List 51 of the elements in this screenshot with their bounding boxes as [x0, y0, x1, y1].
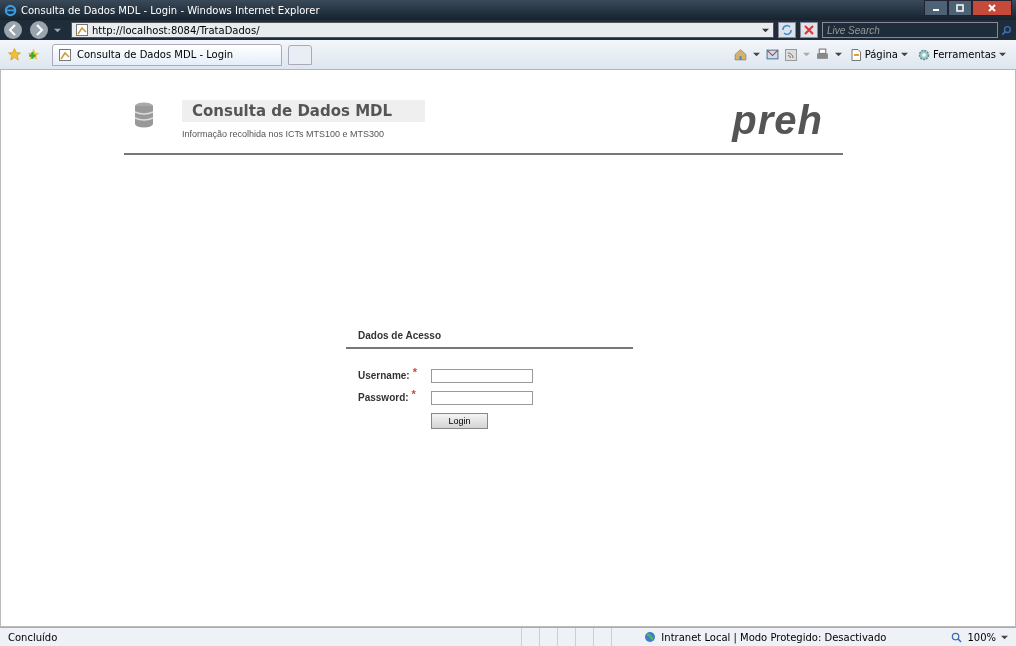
required-mark: * [411, 388, 416, 400]
zoom-icon[interactable] [951, 631, 963, 643]
input-field[interactable] [431, 391, 533, 405]
minimize-button[interactable] [924, 0, 948, 16]
caret-icon[interactable] [834, 51, 842, 58]
caret-icon [900, 51, 908, 58]
back-button[interactable] [2, 20, 24, 40]
page-title: Consulta de Dados MDL [182, 100, 425, 122]
status-text: Concluído [8, 631, 58, 643]
printer-icon[interactable] [815, 48, 829, 61]
globe-icon [644, 631, 657, 643]
page-subtitle: Informação recolhida nos ICTs MTS100 e MTS300 [182, 129, 386, 139]
security-zone[interactable]: Intranet Local | Modo Protegido: Desactivado [661, 631, 887, 643]
maximize-icon [955, 3, 965, 13]
dropdown-icon[interactable] [54, 26, 61, 34]
close-icon [987, 3, 997, 13]
address-field[interactable]: http://localhost:8084/TrataDados/ [71, 22, 774, 38]
section-heading: Dados de Acesso [346, 330, 633, 349]
required-mark: * [412, 366, 417, 378]
caret-icon [999, 51, 1006, 58]
maximize-button[interactable] [948, 0, 972, 16]
close-button[interactable] [972, 0, 1012, 16]
command-menu[interactable]: Ferramentas [915, 48, 1008, 61]
refresh-button[interactable] [778, 22, 796, 38]
page-icon [849, 48, 862, 61]
browser-logo-icon [4, 3, 17, 17]
mail-icon[interactable] [765, 48, 779, 61]
dropdown-icon[interactable] [762, 26, 769, 34]
command-menu[interactable]: Página [847, 48, 910, 61]
feed-icon[interactable] [784, 48, 797, 61]
database-icon [134, 102, 154, 128]
zoom-level[interactable]: 100% [967, 631, 996, 643]
field-label: Password: [358, 392, 409, 404]
input-field[interactable] [431, 369, 533, 383]
home-icon[interactable] [733, 48, 747, 61]
page-icon [59, 48, 71, 61]
company-logo: preh [732, 100, 823, 140]
browser-tab[interactable]: Consulta de Dados MDL - Login [52, 43, 282, 66]
stop-button[interactable] [800, 22, 818, 38]
add-favorite-icon[interactable] [27, 48, 40, 61]
caret-icon[interactable] [752, 51, 760, 58]
field-label: Username: [358, 370, 410, 382]
gear-icon [917, 48, 930, 61]
search-field[interactable]: Live Search [822, 22, 998, 38]
page-icon [76, 24, 88, 36]
login-button[interactable]: Login [431, 413, 488, 429]
star-icon[interactable] [8, 48, 21, 61]
forward-button[interactable] [28, 20, 50, 40]
search-icon[interactable] [1001, 24, 1012, 36]
window-title: Consulta de Dados MDL - Login - Windows Internet Explorer [21, 4, 320, 16]
caret-icon[interactable] [1001, 633, 1008, 641]
